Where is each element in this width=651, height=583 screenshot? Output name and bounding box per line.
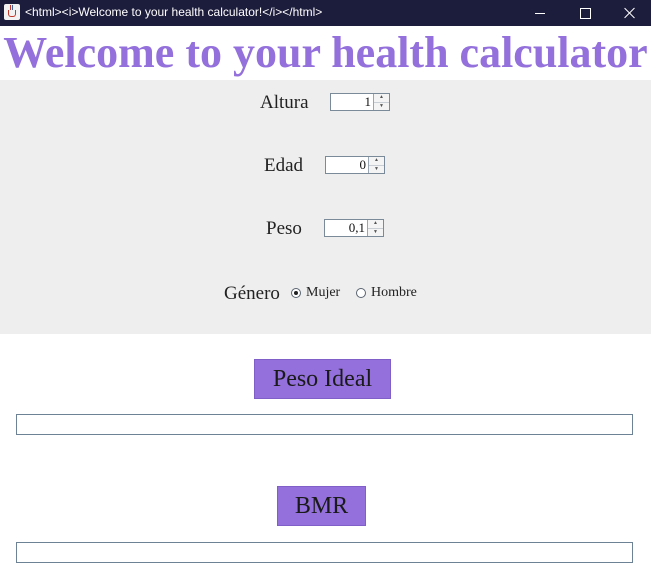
- edad-label: Edad: [264, 155, 304, 176]
- page-heading: Welcome to your health calculator: [3, 28, 648, 77]
- window-title: <html><i>Welcome to your health calculat…: [25, 5, 323, 19]
- edad-value[interactable]: 0: [326, 157, 368, 173]
- minimize-button[interactable]: [517, 0, 563, 26]
- spinner-up-icon[interactable]: ▲: [374, 94, 389, 103]
- spinner-down-icon[interactable]: ▼: [369, 166, 384, 174]
- close-button[interactable]: [607, 0, 651, 26]
- window-title-bar: <html><i>Welcome to your health calculat…: [0, 0, 651, 26]
- radio-hombre[interactable]: Hombre: [356, 285, 417, 301]
- genero-label: Género: [224, 283, 280, 304]
- altura-spinner[interactable]: 1 ▲ ▼: [330, 93, 390, 111]
- peso-label: Peso: [266, 218, 302, 239]
- maximize-button[interactable]: [562, 0, 608, 26]
- peso-ideal-result-field[interactable]: [16, 414, 633, 435]
- bmr-result-field[interactable]: [16, 542, 633, 563]
- radio-mujer-label: Mujer: [306, 285, 341, 300]
- edad-spinner[interactable]: 0 ▲ ▼: [325, 156, 385, 174]
- bmr-button[interactable]: BMR: [277, 486, 366, 526]
- close-icon: [624, 7, 636, 19]
- java-cup-icon: [4, 4, 20, 20]
- spinner-up-icon[interactable]: ▲: [368, 220, 383, 229]
- radio-checked-icon[interactable]: [291, 288, 301, 298]
- spinner-down-icon[interactable]: ▼: [374, 103, 389, 111]
- radio-unchecked-icon[interactable]: [356, 288, 366, 298]
- spinner-up-icon[interactable]: ▲: [369, 157, 384, 166]
- peso-spinner[interactable]: 0,1 ▲ ▼: [324, 219, 384, 237]
- maximize-icon: [579, 7, 591, 19]
- altura-value[interactable]: 1: [331, 94, 373, 110]
- peso-value[interactable]: 0,1: [325, 220, 367, 236]
- altura-label: Altura: [260, 92, 309, 113]
- spinner-down-icon[interactable]: ▼: [368, 229, 383, 237]
- radio-mujer[interactable]: Mujer: [291, 285, 340, 301]
- minimize-icon: [535, 12, 545, 14]
- peso-ideal-button[interactable]: Peso Ideal: [254, 359, 391, 399]
- radio-hombre-label: Hombre: [371, 285, 417, 300]
- input-panel: Altura 1 ▲ ▼ Edad 0 ▲ ▼ Peso 0,1 ▲ ▼ Gén…: [0, 80, 651, 334]
